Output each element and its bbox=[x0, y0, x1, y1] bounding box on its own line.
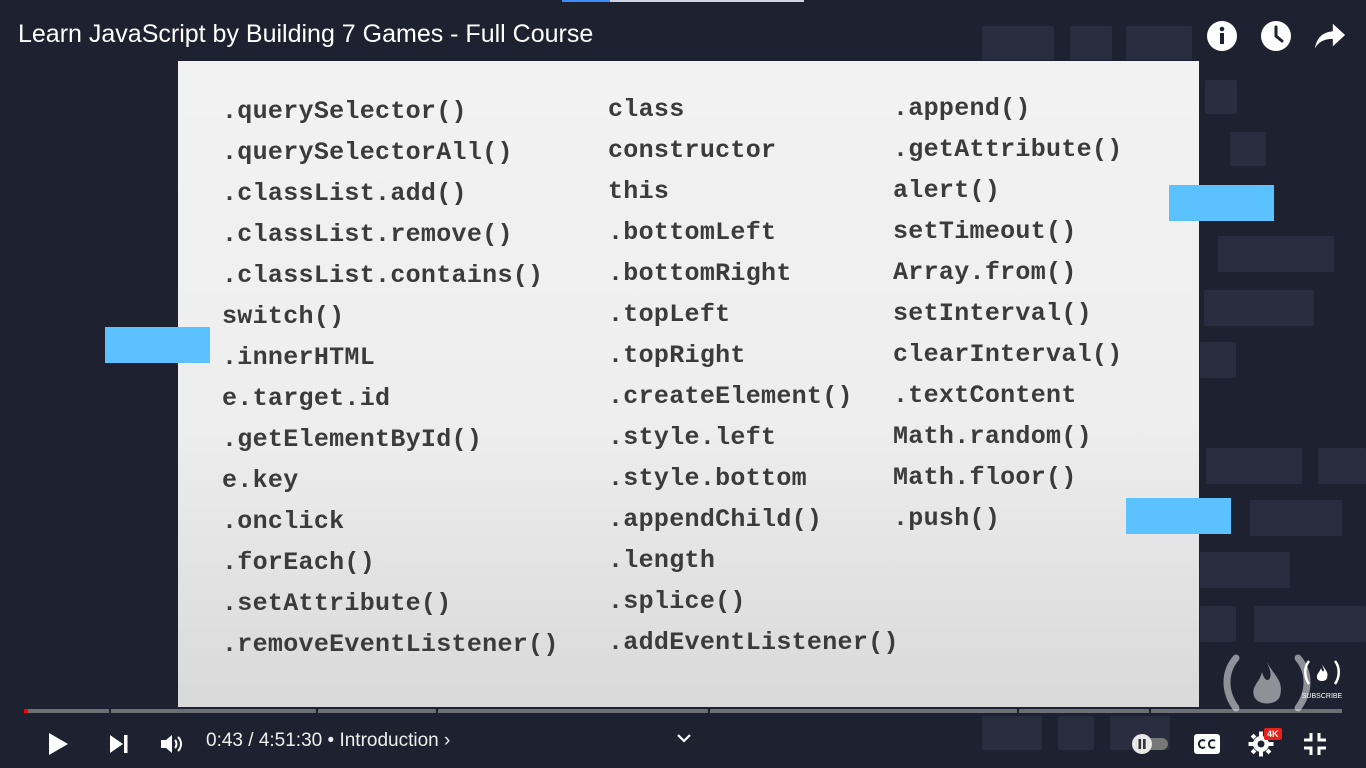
method-item: .classList.add() bbox=[222, 179, 467, 208]
method-item: .querySelector() bbox=[222, 97, 467, 126]
video-title[interactable]: Learn JavaScript by Building 7 Games - F… bbox=[18, 20, 593, 49]
play-icon bbox=[49, 733, 68, 755]
method-item: Array.from() bbox=[893, 258, 1077, 287]
method-item: .style.bottom bbox=[608, 464, 807, 493]
method-item: Math.floor() bbox=[893, 463, 1077, 492]
time-display: 0:43 / 4:51:30 • Introduction › bbox=[206, 730, 451, 751]
subscribe-button[interactable]: SUBSCRIBE bbox=[1300, 658, 1344, 700]
method-item: Math.random() bbox=[893, 422, 1092, 451]
skip-next-icon bbox=[110, 735, 128, 753]
duration: 4:51:30 bbox=[258, 730, 323, 751]
method-item: .topLeft bbox=[608, 300, 731, 329]
slide-column-3: .append() .getAttribute() alert() setTim… bbox=[893, 88, 1123, 539]
slide-column-1: .querySelector() .querySelectorAll() .cl… bbox=[222, 91, 559, 665]
method-item: .querySelectorAll() bbox=[222, 138, 513, 167]
captions-button[interactable] bbox=[1189, 726, 1225, 762]
method-item: .push() bbox=[893, 504, 1001, 533]
share-arrow-icon[interactable] bbox=[1314, 18, 1346, 54]
method-item: .bottomRight bbox=[608, 259, 792, 288]
method-item: .style.left bbox=[608, 423, 777, 452]
volume-icon bbox=[161, 735, 182, 753]
method-item: .classList.contains() bbox=[222, 261, 544, 290]
autoplay-pause-icon bbox=[1132, 734, 1168, 754]
method-item: alert() bbox=[893, 176, 1001, 205]
method-item: setInterval() bbox=[893, 299, 1092, 328]
method-item: .splice() bbox=[608, 587, 746, 616]
video-progress-bar[interactable] bbox=[24, 709, 1342, 713]
method-item: .length bbox=[608, 546, 716, 575]
watch-later-clock-icon[interactable] bbox=[1260, 18, 1292, 54]
method-item: clearInterval() bbox=[893, 340, 1123, 369]
current-time: 0:43 bbox=[206, 730, 243, 751]
method-item: .setAttribute() bbox=[222, 589, 452, 618]
volume-button[interactable] bbox=[154, 726, 190, 762]
method-item: .forEach() bbox=[222, 548, 376, 577]
exit-fullscreen-icon bbox=[1304, 733, 1326, 755]
progress-played bbox=[24, 709, 28, 713]
slide-column-2: class constructor this .bottomLeft .bott… bbox=[608, 89, 899, 663]
decorative-blue-block bbox=[1126, 498, 1231, 534]
method-item: .append() bbox=[893, 94, 1031, 123]
top-progress-bar bbox=[562, 0, 804, 2]
closed-captions-icon bbox=[1194, 734, 1220, 754]
method-item: class bbox=[608, 95, 685, 124]
method-item: .topRight bbox=[608, 341, 746, 370]
autoplay-toggle[interactable] bbox=[1130, 726, 1172, 762]
method-item: .bottomLeft bbox=[608, 218, 777, 247]
chevron-down-icon[interactable] bbox=[672, 726, 696, 750]
method-item: .classList.remove() bbox=[222, 220, 513, 249]
info-icon[interactable] bbox=[1206, 18, 1238, 54]
freecodecamp-mini-icon bbox=[1304, 660, 1340, 685]
method-item: setTimeout() bbox=[893, 217, 1077, 246]
method-item: .onclick bbox=[222, 507, 345, 536]
quality-badge: 4K bbox=[1264, 728, 1282, 740]
method-item: this bbox=[608, 177, 670, 206]
chapter-title[interactable]: Introduction › bbox=[339, 730, 450, 751]
decorative-blue-block bbox=[1169, 185, 1274, 221]
decorative-blue-block bbox=[105, 327, 210, 363]
player-controls: 0:43 / 4:51:30 • Introduction › 4K bbox=[0, 720, 1366, 768]
method-item: .removeEventListener() bbox=[222, 630, 559, 659]
method-item: .getAttribute() bbox=[893, 135, 1123, 164]
subscribe-label: SUBSCRIBE bbox=[1301, 693, 1343, 700]
method-item: e.target.id bbox=[222, 384, 391, 413]
method-item: e.key bbox=[222, 466, 299, 495]
method-item: .textContent bbox=[893, 381, 1077, 410]
top-actions bbox=[1206, 18, 1346, 54]
method-item: .addEventListener() bbox=[608, 628, 899, 657]
method-item: switch() bbox=[222, 302, 345, 331]
exit-fullscreen-button[interactable] bbox=[1297, 726, 1333, 762]
method-item: .getElementById() bbox=[222, 425, 483, 454]
play-button[interactable] bbox=[40, 726, 76, 762]
method-item: .createElement() bbox=[608, 382, 853, 411]
method-item: .appendChild() bbox=[608, 505, 823, 534]
method-item: constructor bbox=[608, 136, 777, 165]
next-button[interactable] bbox=[101, 726, 137, 762]
method-item: .innerHTML bbox=[222, 343, 376, 372]
